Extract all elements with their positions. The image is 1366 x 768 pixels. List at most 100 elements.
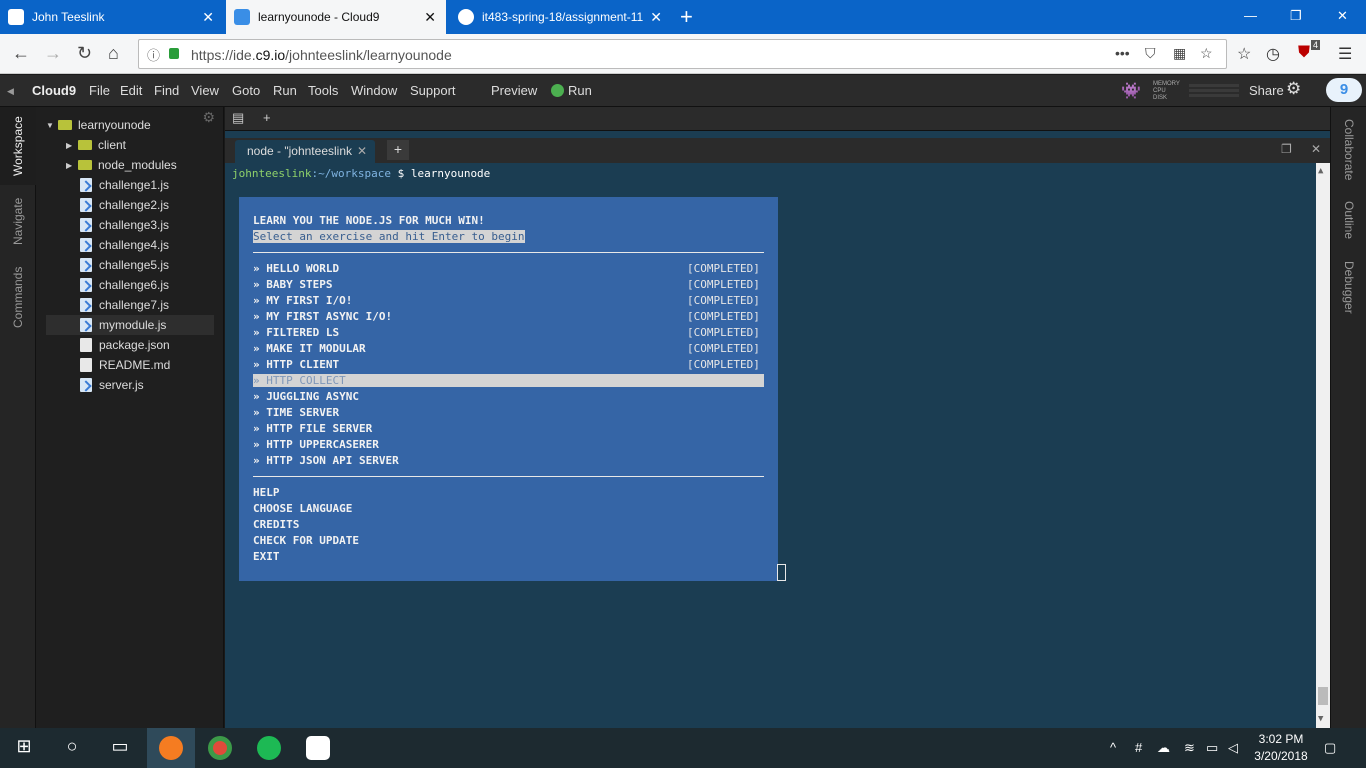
tab-outline[interactable]: Outline	[1331, 197, 1366, 243]
share-button[interactable]: Share	[1249, 83, 1284, 98]
exercise-item[interactable]: » MY FIRST I/O! [COMPLETED]	[253, 294, 764, 307]
tree-file[interactable]: package.json	[80, 335, 214, 355]
terminal-scrollbar[interactable]: ▲ ▼	[1316, 163, 1330, 728]
option-exit[interactable]: EXIT	[253, 550, 280, 563]
tree-file[interactable]: challenge6.js	[80, 275, 214, 295]
task-view-icon[interactable]: ▭	[108, 736, 132, 760]
new-tab-icon[interactable]: +	[680, 4, 693, 30]
menu-goto[interactable]: Goto	[232, 83, 260, 98]
reload-icon[interactable]: ↻	[77, 43, 92, 64]
tab-list-icon[interactable]: ▤	[232, 110, 244, 126]
exercise-item[interactable]: » HTTP UPPERCASERER	[253, 438, 379, 451]
tree-folder-client[interactable]: ▶ client	[66, 135, 214, 155]
volume-icon[interactable]: ◁	[1228, 740, 1238, 756]
restore-icon[interactable]: ❐	[1290, 8, 1302, 24]
forward-icon[interactable]: →	[44, 43, 62, 64]
close-tab-icon[interactable]: ✕	[650, 9, 662, 26]
pocket-icon[interactable]: ⛉	[1145, 45, 1156, 62]
tree-file[interactable]: challenge7.js	[80, 295, 214, 315]
tree-file-selected[interactable]: mymodule.js	[46, 315, 214, 335]
slack-icon[interactable]	[306, 736, 330, 760]
tree-root-folder[interactable]: ▼ learnyounode	[46, 115, 214, 135]
collapse-icon[interactable]: ◀	[7, 86, 14, 97]
terminal-tab[interactable]: node - "johnteeslink ✕	[235, 140, 375, 163]
tree-file[interactable]: challenge1.js	[80, 175, 214, 195]
info-icon[interactable]: ⓘ	[147, 45, 160, 64]
slack-tray-icon[interactable]: #	[1135, 740, 1142, 755]
exercise-item[interactable]: » HTTP JSON API SERVER	[253, 454, 399, 467]
home-icon[interactable]: ⌂	[108, 43, 119, 64]
windows-start-icon[interactable]: ⊞	[12, 736, 36, 760]
hamburger-menu-icon[interactable]: ☰	[1338, 44, 1352, 64]
menu-tools[interactable]: Tools	[308, 83, 338, 98]
menu-edit[interactable]: Edit	[120, 83, 142, 98]
bookmark-star-icon[interactable]: ☆	[1200, 45, 1213, 62]
menu-support[interactable]: Support	[410, 83, 456, 98]
menu-view[interactable]: View	[191, 83, 219, 98]
address-bar[interactable]: ⓘ https://ide.c9.io/johnteeslink/learnyo…	[138, 39, 1227, 69]
exercise-item[interactable]: » FILTERED LS [COMPLETED]	[253, 326, 764, 339]
window-close-icon[interactable]: ✕	[1337, 8, 1348, 24]
menu-file[interactable]: File	[89, 83, 110, 98]
scroll-thumb[interactable]	[1318, 687, 1328, 705]
browser-tab-john-teeslink[interactable]: John Teeslink ✕	[0, 0, 224, 34]
tab-collaborate[interactable]: Collaborate	[1331, 113, 1366, 187]
exercise-item[interactable]: » HTTP CLIENT [COMPLETED]	[253, 358, 764, 371]
maximize-pane-icon[interactable]: ❐	[1281, 142, 1292, 156]
close-tab-icon[interactable]: ✕	[202, 9, 214, 26]
onedrive-icon[interactable]: ☁	[1157, 740, 1170, 756]
page-actions-icon[interactable]: •••	[1115, 45, 1130, 61]
tab-navigate[interactable]: Navigate	[0, 189, 36, 253]
close-tab-icon[interactable]: ✕	[424, 9, 436, 26]
close-terminal-tab-icon[interactable]: ✕	[357, 144, 367, 158]
minimize-icon[interactable]: —	[1244, 8, 1257, 23]
tab-workspace[interactable]: Workspace	[0, 107, 36, 185]
browser-tab-learnyounode[interactable]: learnyounode - Cloud9 ✕	[226, 0, 446, 34]
exercise-item[interactable]: » HELLO WORLD [COMPLETED]	[253, 262, 764, 275]
notifications-icon[interactable]: ▢	[1324, 740, 1336, 756]
ublock-icon[interactable]: ⛊	[1298, 44, 1310, 62]
add-pane-icon[interactable]: +	[263, 110, 271, 125]
tab-debugger[interactable]: Debugger	[1331, 257, 1366, 317]
menu-find[interactable]: Find	[154, 83, 179, 98]
tab-commands[interactable]: Commands	[0, 257, 36, 337]
scroll-down-icon[interactable]: ▼	[1318, 714, 1323, 724]
wifi-icon[interactable]: ≋	[1184, 740, 1195, 756]
tree-file[interactable]: challenge5.js	[80, 255, 214, 275]
tree-file[interactable]: README.md	[80, 355, 214, 375]
close-pane-icon[interactable]: ✕	[1311, 142, 1321, 156]
spotify-icon[interactable]	[257, 736, 281, 760]
option-check-update[interactable]: CHECK FOR UPDATE	[253, 534, 359, 547]
history-icon[interactable]: ◷	[1266, 44, 1280, 64]
exercise-item[interactable]: » MAKE IT MODULAR [COMPLETED]	[253, 342, 764, 355]
exercise-item[interactable]: » BABY STEPS [COMPLETED]	[253, 278, 764, 291]
exercise-item[interactable]: » TIME SERVER	[253, 406, 339, 419]
exercise-item[interactable]: » HTTP FILE SERVER	[253, 422, 372, 435]
menu-window[interactable]: Window	[351, 83, 397, 98]
run-button[interactable]: Run	[568, 83, 592, 98]
terminal[interactable]: johnteeslink:~/workspace $ learnyounode …	[225, 163, 1330, 728]
option-help[interactable]: HELP	[253, 486, 280, 499]
tree-file[interactable]: server.js	[80, 375, 214, 395]
option-credits[interactable]: CREDITS	[253, 518, 299, 531]
exercise-item-selected[interactable]: » HTTP COLLECT	[253, 374, 764, 387]
exercise-item[interactable]: » JUGGLING ASYNC	[253, 390, 359, 403]
option-choose-language[interactable]: CHOOSE LANGUAGE	[253, 502, 352, 515]
library-icon[interactable]: ☆	[1237, 44, 1251, 64]
preview-button[interactable]: Preview	[491, 83, 537, 98]
scroll-up-icon[interactable]: ▲	[1318, 166, 1323, 176]
tree-file[interactable]: challenge4.js	[80, 235, 214, 255]
tree-file[interactable]: challenge2.js	[80, 195, 214, 215]
browser-tab-github[interactable]: it483-spring-18/assignment-11 ✕	[450, 0, 672, 34]
tree-file[interactable]: challenge3.js	[80, 215, 214, 235]
exercise-item[interactable]: » MY FIRST ASYNC I/O! [COMPLETED]	[253, 310, 764, 323]
settings-gear-icon[interactable]: ⚙	[1286, 79, 1301, 99]
cortana-icon[interactable]: ○	[60, 736, 84, 760]
new-terminal-button[interactable]: +	[387, 140, 409, 160]
firefox-taskbar-button[interactable]	[147, 728, 195, 768]
menu-run[interactable]: Run	[273, 83, 297, 98]
menu-cloud9[interactable]: Cloud9	[32, 83, 76, 98]
tree-folder-node-modules[interactable]: ▶ node_modules	[66, 155, 214, 175]
tray-expand-icon[interactable]: ^	[1110, 740, 1116, 755]
back-icon[interactable]: ←	[12, 43, 30, 64]
